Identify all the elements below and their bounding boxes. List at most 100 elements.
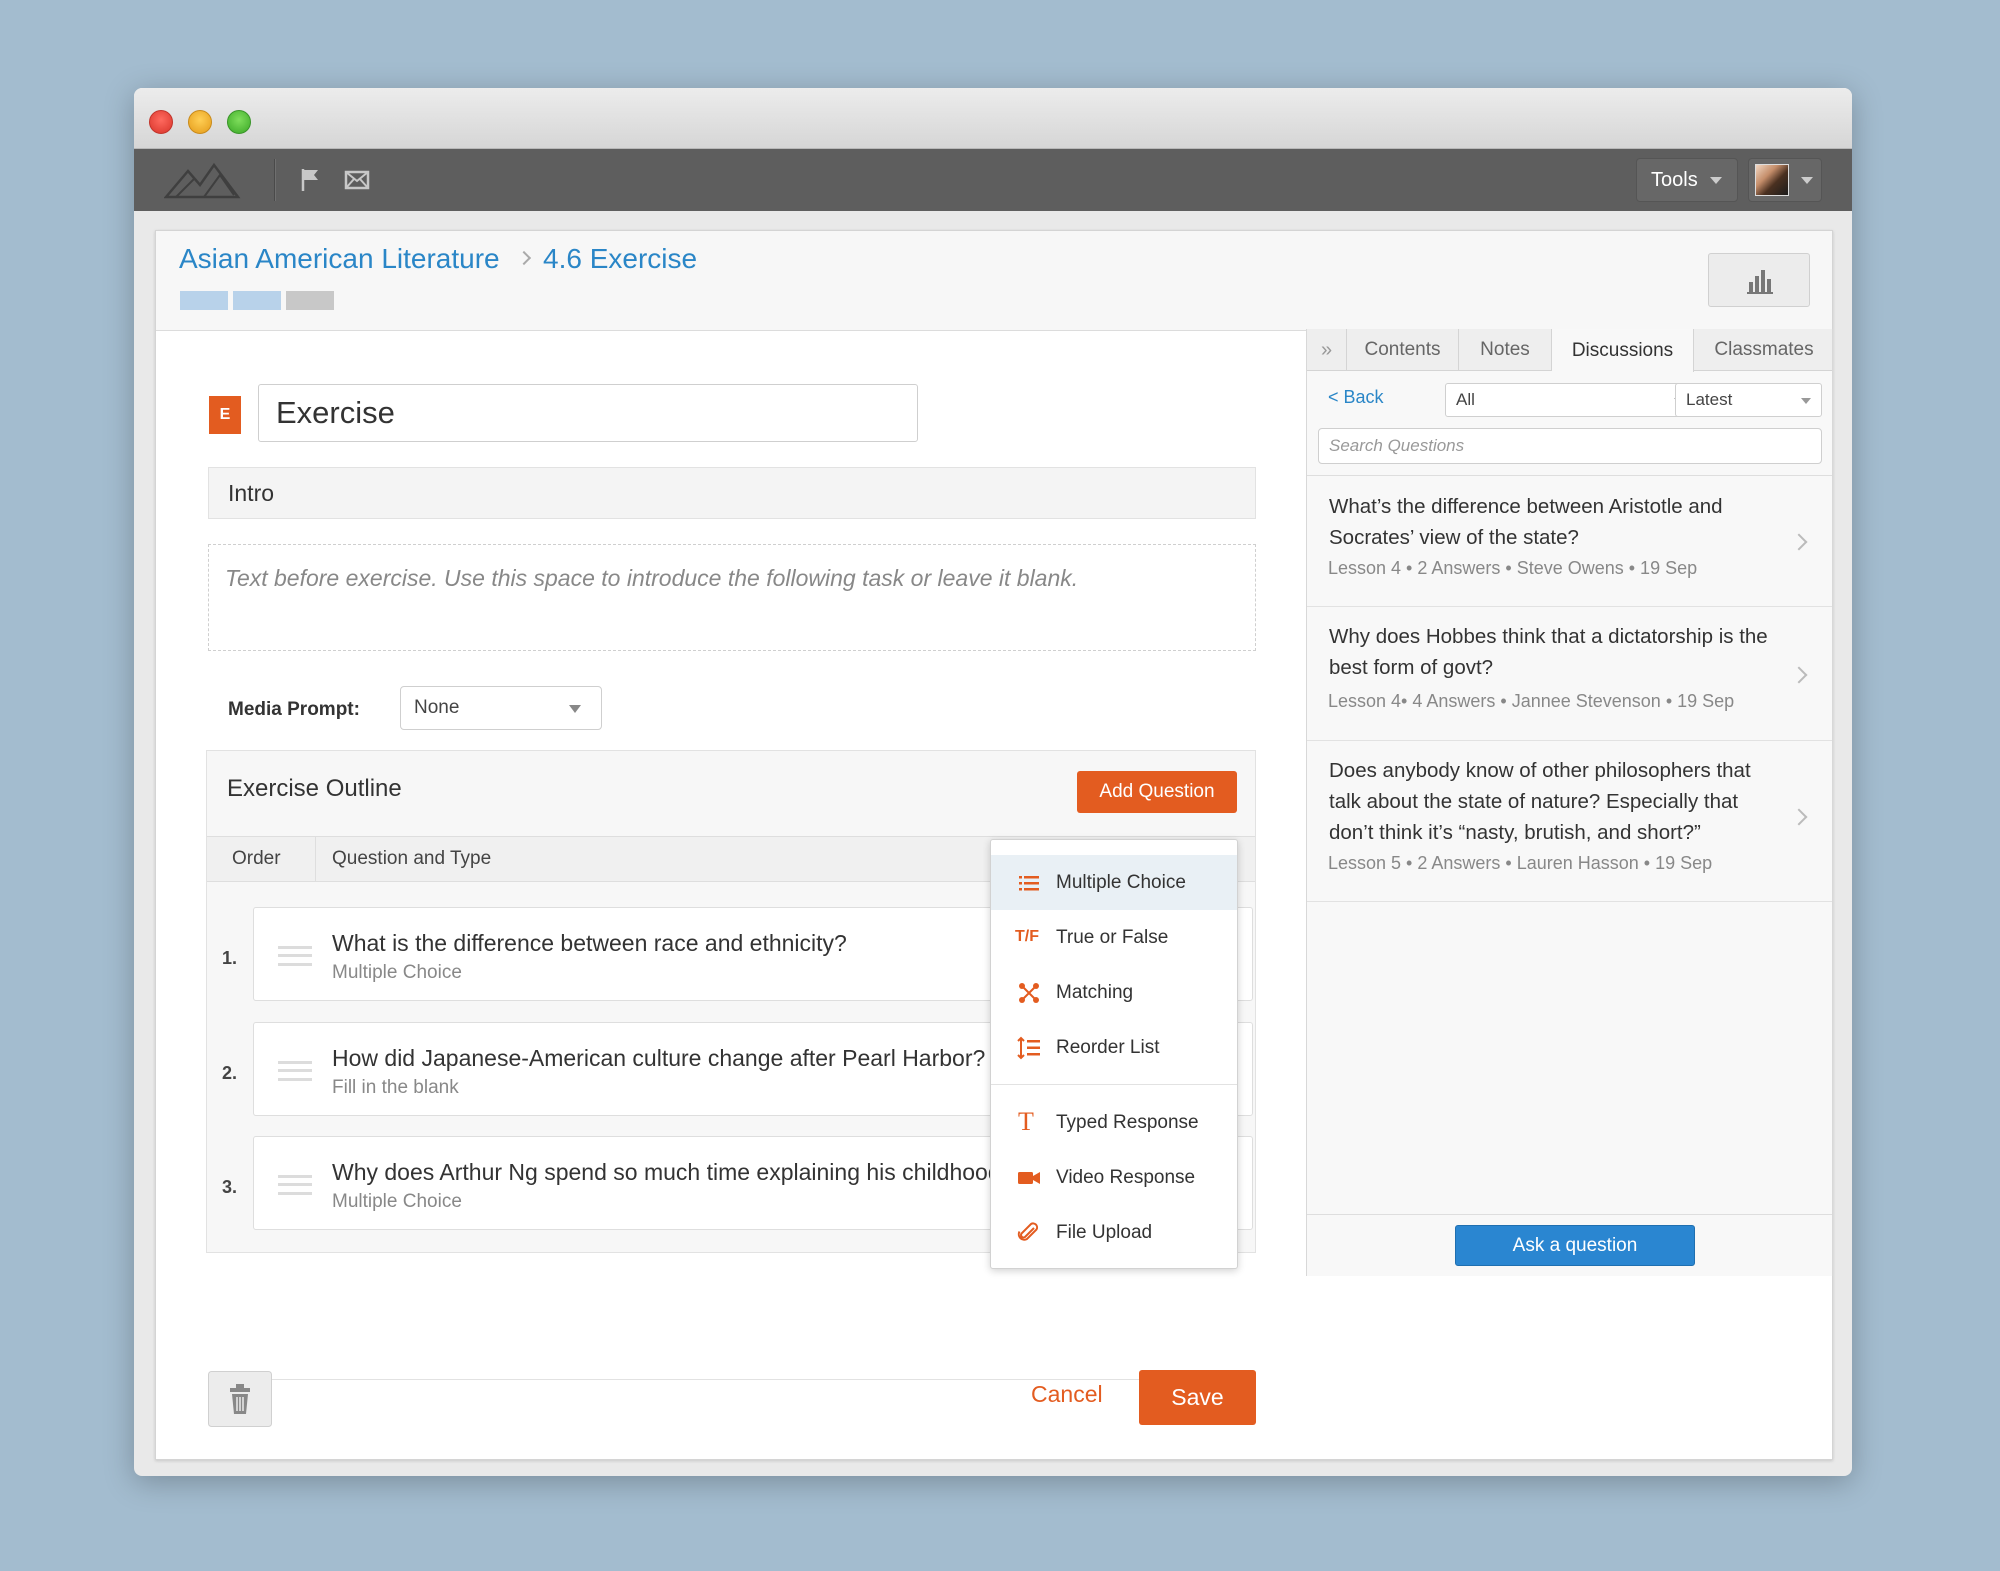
question-text: What is the difference between race and … xyxy=(332,930,847,956)
discussion-meta: Lesson 4 • 2 Answers • Steve Owens • 19 … xyxy=(1328,558,1698,578)
question-text: Why does Arthur Ng spend so much time ex… xyxy=(332,1159,1014,1185)
app-toolbar: Tools xyxy=(134,149,1852,211)
drag-handle-icon[interactable] xyxy=(278,946,312,966)
avatar xyxy=(1755,164,1789,196)
exercise-type-badge: E xyxy=(209,396,241,434)
save-button[interactable]: Save xyxy=(1139,1370,1256,1425)
list-icon xyxy=(1019,876,1039,891)
cancel-button[interactable]: Cancel xyxy=(1031,1381,1103,1408)
intro-heading: Intro xyxy=(208,467,1256,519)
menu-item-typed-response[interactable]: T Typed Response xyxy=(991,1095,1237,1150)
discussion-meta: Lesson 4• 4 Answers • Jannee Stevenson •… xyxy=(1328,691,1735,711)
intro-textarea[interactable]: Text before exercise. Use this space to … xyxy=(208,544,1256,651)
menu-item-reorder-list[interactable]: Reorder List xyxy=(991,1020,1237,1075)
back-link[interactable]: < Back xyxy=(1328,387,1384,408)
chevron-down-icon xyxy=(1709,176,1722,184)
zoom-window-button[interactable] xyxy=(227,110,251,134)
media-prompt-value: None xyxy=(414,697,460,718)
trash-icon xyxy=(208,1371,272,1427)
paperclip-icon xyxy=(1017,1222,1039,1241)
matching-icon xyxy=(1019,983,1039,1003)
question-number: 2. xyxy=(222,1063,238,1083)
discussion-meta: Lesson 5 • 2 Answers • Lauren Hasson • 1… xyxy=(1328,853,1713,873)
tab-notes[interactable]: Notes xyxy=(1459,329,1552,371)
question-type: Multiple Choice xyxy=(332,1191,462,1212)
search-questions-input[interactable]: Search Questions xyxy=(1318,428,1822,464)
progress-segment xyxy=(180,291,228,310)
menu-item-label: File Upload xyxy=(1056,1221,1153,1243)
menu-item-true-false[interactable]: T/F True or False xyxy=(991,910,1237,965)
breadcrumb-course-link[interactable]: Asian American Literature xyxy=(179,243,500,275)
sidebar-footer: Ask a question xyxy=(1307,1214,1832,1276)
menu-item-matching[interactable]: Matching xyxy=(991,965,1237,1020)
progress-segment xyxy=(233,291,281,310)
tab-contents[interactable]: Contents xyxy=(1347,329,1459,371)
question-number: 1. xyxy=(222,948,238,968)
flag-icon[interactable] xyxy=(298,167,324,193)
chevron-right-icon xyxy=(1790,533,1808,551)
user-menu-button[interactable] xyxy=(1748,158,1822,202)
title-bar xyxy=(134,88,1852,149)
mail-icon[interactable] xyxy=(344,167,370,193)
question-number: 3. xyxy=(222,1177,238,1197)
media-prompt-select[interactable]: None xyxy=(400,686,602,730)
chevron-down-icon xyxy=(1801,398,1811,404)
question-type: Multiple Choice xyxy=(332,962,462,983)
footer-divider xyxy=(208,1379,1256,1380)
menu-item-label: Multiple Choice xyxy=(1056,871,1186,893)
menu-item-multiple-choice[interactable]: Multiple Choice xyxy=(991,855,1237,910)
page-header: Asian American Literature 4.6 Exercise xyxy=(156,231,1832,331)
breadcrumb-current-page[interactable]: 4.6 Exercise xyxy=(543,243,697,275)
sidebar-tabs: » Contents Notes Discussions Classmates xyxy=(1307,329,1834,372)
discussion-item[interactable]: Does anybody know of other philosophers … xyxy=(1307,741,1832,902)
chevron-right-icon xyxy=(1790,666,1808,684)
discussion-title: What’s the difference between Aristotle … xyxy=(1329,495,1723,549)
progress-segment xyxy=(286,291,334,310)
menu-item-label: True or False xyxy=(1056,926,1169,948)
tab-classmates[interactable]: Classmates xyxy=(1694,329,1834,371)
discussion-title: Does anybody know of other philosophers … xyxy=(1329,759,1751,844)
outline-title: Exercise Outline xyxy=(227,775,402,802)
minimize-window-button[interactable] xyxy=(188,110,212,134)
menu-item-label: Matching xyxy=(1056,981,1134,1003)
true-false-icon: T/F xyxy=(1015,928,1039,945)
drag-handle-icon[interactable] xyxy=(278,1175,312,1195)
menu-divider xyxy=(991,1084,1237,1085)
ask-question-button[interactable]: Ask a question xyxy=(1455,1225,1695,1266)
video-icon xyxy=(1018,1172,1040,1184)
exercise-title-input[interactable]: Exercise xyxy=(258,384,918,442)
chevron-down-icon xyxy=(1801,177,1813,184)
chevron-down-icon xyxy=(569,705,581,713)
menu-item-label: Typed Response xyxy=(1056,1111,1199,1133)
mountains-logo-icon[interactable] xyxy=(164,161,254,201)
delete-button[interactable] xyxy=(208,1371,272,1427)
stats-button[interactable] xyxy=(1708,253,1810,307)
text-icon: T xyxy=(1018,1107,1034,1136)
filter-value: All xyxy=(1456,390,1475,409)
discussion-item[interactable]: What’s the difference between Aristotle … xyxy=(1307,476,1832,607)
question-text: How did Japanese-American culture change… xyxy=(332,1045,986,1071)
discussion-item[interactable]: Why does Hobbes think that a dictatorshi… xyxy=(1307,607,1832,741)
menu-item-video-response[interactable]: Video Response xyxy=(991,1150,1237,1205)
menu-item-label: Reorder List xyxy=(1056,1036,1160,1058)
chevron-right-icon xyxy=(1790,808,1808,826)
column-header-question: Question and Type xyxy=(332,848,492,869)
discussion-title: Why does Hobbes think that a dictatorshi… xyxy=(1329,625,1768,679)
tab-discussions[interactable]: Discussions xyxy=(1552,329,1694,372)
media-prompt-label: Media Prompt: xyxy=(228,699,360,720)
sort-select[interactable]: Latest xyxy=(1675,383,1822,417)
toolbar-divider xyxy=(274,159,275,201)
sort-value: Latest xyxy=(1686,390,1733,409)
tools-menu-button[interactable]: Tools xyxy=(1636,158,1738,202)
drag-handle-icon[interactable] xyxy=(278,1061,312,1081)
bar-chart-icon xyxy=(1747,270,1773,294)
add-question-button[interactable]: Add Question xyxy=(1077,771,1237,813)
filter-select[interactable]: All xyxy=(1445,383,1695,417)
reorder-icon xyxy=(1017,1036,1040,1060)
menu-item-label: Video Response xyxy=(1056,1166,1196,1188)
menu-item-file-upload[interactable]: File Upload xyxy=(991,1205,1237,1260)
question-type-menu: Multiple Choice T/F True or False Matchi… xyxy=(990,839,1238,1269)
sidebar: » Contents Notes Discussions Classmates … xyxy=(1306,329,1833,1276)
collapse-sidebar-icon[interactable]: » xyxy=(1307,329,1347,371)
close-window-button[interactable] xyxy=(149,110,173,134)
